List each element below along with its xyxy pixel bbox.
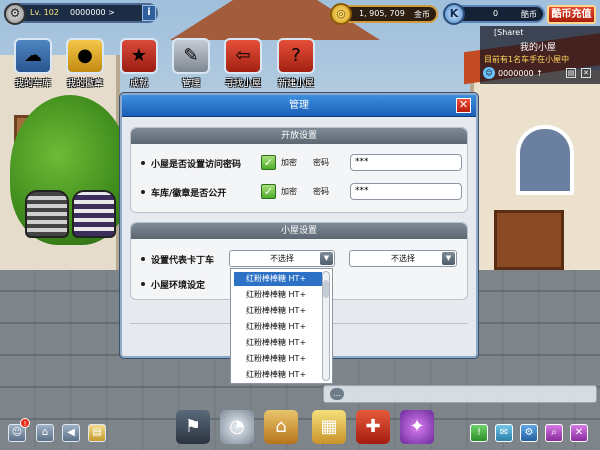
dropdown-option[interactable]: 红粉棒棒糖 HT+ [234, 368, 322, 382]
player-icon: ☺ [483, 67, 495, 79]
dropdown-option[interactable]: 红粉棒棒糖 HT+ [234, 336, 322, 350]
room-info-panel: [Sharet 我的小屋 目前有1名车手在小屋中 ☺ 0000000 ↑ ▤ ✕ [480, 26, 600, 84]
dropdown-option[interactable]: 红粉棒棒糖 HT+ [234, 352, 322, 366]
race-flag-icon[interactable]: ⚑ [176, 410, 210, 444]
dropdown-scrollbar[interactable] [322, 271, 330, 381]
k-coin-icon: K [443, 3, 465, 25]
notification-badge: ! [20, 418, 30, 428]
level-text: Lv. 102 [30, 8, 59, 17]
speedometer-icon[interactable]: ◔ [220, 410, 254, 444]
medal-icon: ● [77, 45, 93, 66]
chat-bubble-icon: … [330, 388, 344, 400]
shop-icon[interactable]: ▦ [312, 410, 346, 444]
row-label: 设置代表卡丁车 [151, 256, 215, 266]
coin-icon: ◎ [330, 3, 352, 25]
back-icon[interactable]: ◀ [62, 424, 80, 442]
kart-select[interactable]: 不选择 ▼ [229, 250, 335, 267]
row-rep-kart: 设置代表卡丁车 不选择 ▼ 不选择 ▼ [141, 250, 459, 270]
k-unit: 酷币 [521, 10, 537, 19]
room-owner: [Sharet [494, 28, 524, 37]
home-icon[interactable]: ⌂ [36, 424, 54, 442]
menu-find-room[interactable]: ⇦ 寻找小屋 [222, 38, 264, 89]
tools-icon: ✎ [183, 45, 199, 66]
open-settings-section: 开放设置 小屋是否设置访问密码 ✓ 加密 密码 *** 车库/徽章是否公开 ✓ … [130, 127, 468, 213]
checkbox-label: 加密 [281, 187, 297, 196]
menu-my-garage[interactable]: ☁ 我的车库 [12, 38, 54, 89]
info-button[interactable]: i [142, 5, 156, 21]
dropdown-option[interactable]: 红粉棒棒糖 HT+ [234, 288, 322, 302]
room-points: 0000000 ↑ [498, 69, 543, 78]
coin-unit: 金币 [414, 10, 430, 19]
room-settings-icon[interactable]: ▤ [566, 68, 576, 78]
row-garage-public: 车库/徽章是否公开 ✓ 加密 密码 *** [141, 183, 462, 203]
chat-icon[interactable]: ✉ [495, 424, 513, 442]
bullet-icon [141, 282, 145, 286]
toolbox-icon[interactable]: ✚ [356, 410, 390, 444]
exp-text: 0000000 > [70, 8, 115, 17]
house-question-icon: ? [291, 45, 301, 66]
coin-amount: 1, 905, 709 [359, 9, 405, 18]
password-input[interactable]: *** [350, 154, 462, 171]
top-bar: ⚙ Lv. 102 0000000 > i ◎ 1, 905, 709 金币 K… [0, 0, 600, 28]
chat-input[interactable]: … [323, 385, 597, 403]
k-counter: K 0 酷币 [443, 3, 545, 25]
gem-icon[interactable]: ✦ [400, 410, 434, 444]
right-house [464, 31, 600, 270]
car-garage-icon: ☁ [24, 45, 42, 66]
kart-dropdown-list[interactable]: 红粉棒棒糖 HT+ 红粉棒棒糖 HT+ 红粉棒棒糖 HT+ 红粉棒棒糖 HT+ … [230, 268, 333, 384]
garage-icon[interactable]: ⌂ [264, 410, 298, 444]
scrollbar-thumb[interactable] [323, 280, 329, 298]
notes-icon[interactable]: ▤ [88, 424, 106, 442]
settings-icon[interactable]: ⚙ [520, 424, 538, 442]
menu-manage[interactable]: ✎ 管理 [170, 38, 212, 89]
encrypt-checkbox[interactable]: ✓ [261, 155, 276, 170]
password-label: 密码 [313, 158, 329, 167]
row-room-password: 小屋是否设置访问密码 ✓ 加密 密码 *** [141, 154, 462, 174]
second-select[interactable]: 不选择 ▼ [349, 250, 457, 267]
dropdown-option[interactable]: 红粉棒棒糖 HT+ [234, 320, 322, 334]
kart-model-2 [72, 190, 116, 238]
star-icon: ★ [130, 45, 148, 66]
house-arrow-icon: ⇦ [235, 45, 251, 66]
dropdown-option[interactable]: 红粉棒棒糖 HT+ [234, 304, 322, 318]
checkbox-label: 加密 [281, 158, 297, 167]
search-icon[interactable]: ⌕ [545, 424, 563, 442]
recharge-button[interactable]: 酷币充值 [547, 5, 596, 24]
room-close-icon[interactable]: ✕ [581, 68, 591, 78]
k-amount: 0 [493, 9, 499, 18]
kart-model-1 [25, 190, 69, 238]
gear-icon[interactable]: ⚙ [4, 3, 26, 25]
chevron-down-icon[interactable]: ▼ [442, 252, 455, 265]
encrypt-checkbox[interactable]: ✓ [261, 184, 276, 199]
row-label: 小屋是否设置访问密码 [151, 160, 242, 170]
password-input[interactable]: *** [350, 183, 462, 200]
dialog-title: 管理 [122, 95, 476, 117]
row-label: 小屋环境设定 [151, 281, 206, 291]
password-label: 密码 [313, 187, 329, 196]
bullet-icon [141, 257, 145, 261]
row-label: 车库/徽章是否公开 [151, 189, 227, 199]
room-settings-header: 小屋设置 [131, 223, 467, 239]
bullet-icon [141, 190, 145, 194]
level-box: ⚙ Lv. 102 0000000 > [4, 3, 158, 25]
menu-new-room[interactable]: ? 新建小屋 [275, 38, 317, 89]
alert-icon[interactable]: ! [470, 424, 488, 442]
menu-my-badges[interactable]: ● 我的徽章 [64, 38, 106, 89]
dropdown-option[interactable]: 红粉棒棒糖 HT+ [234, 272, 322, 286]
menu-achievements[interactable]: ★ 成就 [118, 38, 160, 89]
room-status: 目前有1名车手在小屋中 [484, 55, 570, 64]
close-icon[interactable]: ✕ [570, 424, 588, 442]
bullet-icon [141, 161, 145, 165]
open-settings-header: 开放设置 [131, 128, 467, 144]
room-name: 我的小屋 [520, 43, 557, 53]
chevron-down-icon[interactable]: ▼ [320, 252, 333, 265]
coin-counter: ◎ 1, 905, 709 金币 [330, 3, 438, 25]
close-button[interactable]: ✕ [456, 98, 471, 113]
